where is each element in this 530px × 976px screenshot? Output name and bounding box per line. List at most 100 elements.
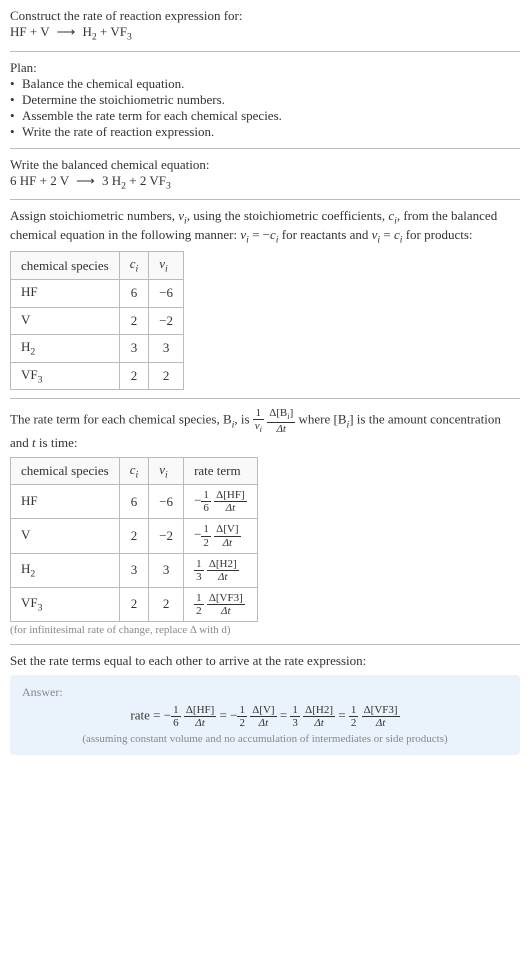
d: Δt <box>184 717 216 729</box>
sp: V <box>21 527 30 542</box>
n: 1 <box>171 704 181 717</box>
divider <box>10 644 520 645</box>
sp-sub: 2 <box>30 569 35 580</box>
cell-c: 2 <box>119 519 149 553</box>
t2-sign: − <box>230 708 237 723</box>
arrow-icon: ⟶ <box>57 24 76 40</box>
final-block: Set the rate terms equal to each other t… <box>10 653 520 755</box>
sp: VF <box>21 595 38 610</box>
t1-coeff: 16 <box>171 704 181 729</box>
assign-text1: Assign stoichiometric numbers, <box>10 208 178 223</box>
final-heading: Set the rate terms equal to each other t… <box>10 653 520 669</box>
balanced-rhs-b-sub: 3 <box>166 180 171 191</box>
assign-text5: for products: <box>402 227 472 242</box>
assumption-note: (assuming constant volume and no accumul… <box>22 733 508 745</box>
delta-frac: Δ[H2]Δt <box>207 558 239 583</box>
fn: 1 <box>194 592 204 605</box>
t1-sign: − <box>164 708 171 723</box>
fn: 1 <box>194 558 204 571</box>
dd: Δt <box>207 571 239 583</box>
delta-frac: Δ[HF]Δt <box>214 489 246 514</box>
table-row: VF3 2 2 <box>11 362 184 390</box>
th-ci-sub: i <box>136 469 139 480</box>
intro-eq-rhs-b-sub: 3 <box>127 32 132 43</box>
plan-heading: Plan: <box>10 60 520 76</box>
arrow-icon: ⟶ <box>76 173 95 189</box>
eq: = <box>280 708 291 723</box>
assign-block: Assign stoichiometric numbers, νi, using… <box>10 208 520 390</box>
rt-frac2-num-a: Δ[B <box>269 407 287 419</box>
intro-line1: Construct the rate of reaction expressio… <box>10 8 520 24</box>
coeff-frac: 13 <box>194 558 204 583</box>
n: 1 <box>349 704 359 717</box>
th-nui: νi <box>149 457 184 485</box>
t4-delta: Δ[VF3]Δt <box>362 704 400 729</box>
th-nui-sub: i <box>165 264 168 275</box>
cell-c: 2 <box>119 362 149 390</box>
rateterm-block: The rate term for each chemical species,… <box>10 407 520 636</box>
cell-species: HF <box>11 279 120 307</box>
dd: Δt <box>207 605 245 617</box>
rt-frac2-num-b: ] <box>290 407 294 419</box>
sign: − <box>194 493 201 508</box>
th-ci: ci <box>119 457 149 485</box>
th-rateterm: rate term <box>184 457 258 485</box>
d: Δt <box>362 717 400 729</box>
cell-species: VF3 <box>11 362 120 390</box>
sign: − <box>194 527 201 542</box>
rate-word: rate = <box>130 708 163 723</box>
cell-species: VF3 <box>11 587 120 621</box>
d: 2 <box>237 717 247 729</box>
cell-rateterm: −12 Δ[V]Δt <box>184 519 258 553</box>
fn: 1 <box>201 489 211 502</box>
cell-nu: 3 <box>149 335 184 363</box>
cell-species: V <box>11 519 120 553</box>
d: 3 <box>290 717 300 729</box>
fd: 6 <box>201 502 211 514</box>
cell-species: V <box>11 307 120 335</box>
plan-block: Plan: •Balance the chemical equation. •D… <box>10 60 520 140</box>
bullet-icon: • <box>10 76 22 92</box>
sp-sub: 3 <box>38 603 43 614</box>
th-nui: νi <box>149 252 184 280</box>
cell-species: H2 <box>11 335 120 363</box>
sp: HF <box>21 284 38 299</box>
delta-frac: Δ[V]Δt <box>214 523 240 548</box>
answer-box: Answer: rate = −16 Δ[HF]Δt = −12 Δ[V]Δt … <box>10 675 520 755</box>
th-ci: ci <box>119 252 149 280</box>
cell-nu: −6 <box>149 279 184 307</box>
assign-eq2-m: = <box>380 227 394 242</box>
rate-table: chemical species ci νi rate term HF 6 −6… <box>10 457 258 622</box>
t2-coeff: 12 <box>237 704 247 729</box>
plan-b4-text: Write the rate of reaction expression. <box>22 124 214 140</box>
n: 1 <box>237 704 247 717</box>
balanced-block: Write the balanced chemical equation: 6 … <box>10 157 520 192</box>
dn: Δ[H2] <box>207 558 239 571</box>
rt-frac1-den-sub: i <box>260 426 262 435</box>
cell-rateterm: 12 Δ[VF3]Δt <box>184 587 258 621</box>
th-species: chemical species <box>11 252 120 280</box>
balanced-lhs: 6 HF + 2 V <box>10 173 69 188</box>
sp: HF <box>21 493 38 508</box>
coeff-frac: 12 <box>194 592 204 617</box>
cell-nu: 2 <box>149 362 184 390</box>
rt-frac2-den: Δt <box>267 423 295 435</box>
bullet-icon: • <box>10 92 22 108</box>
cell-c: 2 <box>119 587 149 621</box>
bullet-icon: • <box>10 124 22 140</box>
cell-rateterm: −16 Δ[HF]Δt <box>184 485 258 519</box>
sp-sub: 2 <box>30 347 35 358</box>
rt-text3: where [B <box>298 412 346 427</box>
plan-b2-text: Determine the stoichiometric numbers. <box>22 92 225 108</box>
intro-eq-plus: + VF <box>97 24 127 39</box>
intro-eq-lhs: HF + V <box>10 24 49 39</box>
table-header-row: chemical species ci νi <box>11 252 184 280</box>
plan-bullet-4: •Write the rate of reaction expression. <box>10 124 520 140</box>
fd: 2 <box>201 537 211 549</box>
intro-eq-rhs-a: H <box>83 24 92 39</box>
t3-delta: Δ[H2]Δt <box>303 704 335 729</box>
sp: VF <box>21 367 38 382</box>
eq: = <box>220 708 231 723</box>
rt-text2: , is <box>234 412 252 427</box>
cell-nu: 3 <box>149 553 184 587</box>
